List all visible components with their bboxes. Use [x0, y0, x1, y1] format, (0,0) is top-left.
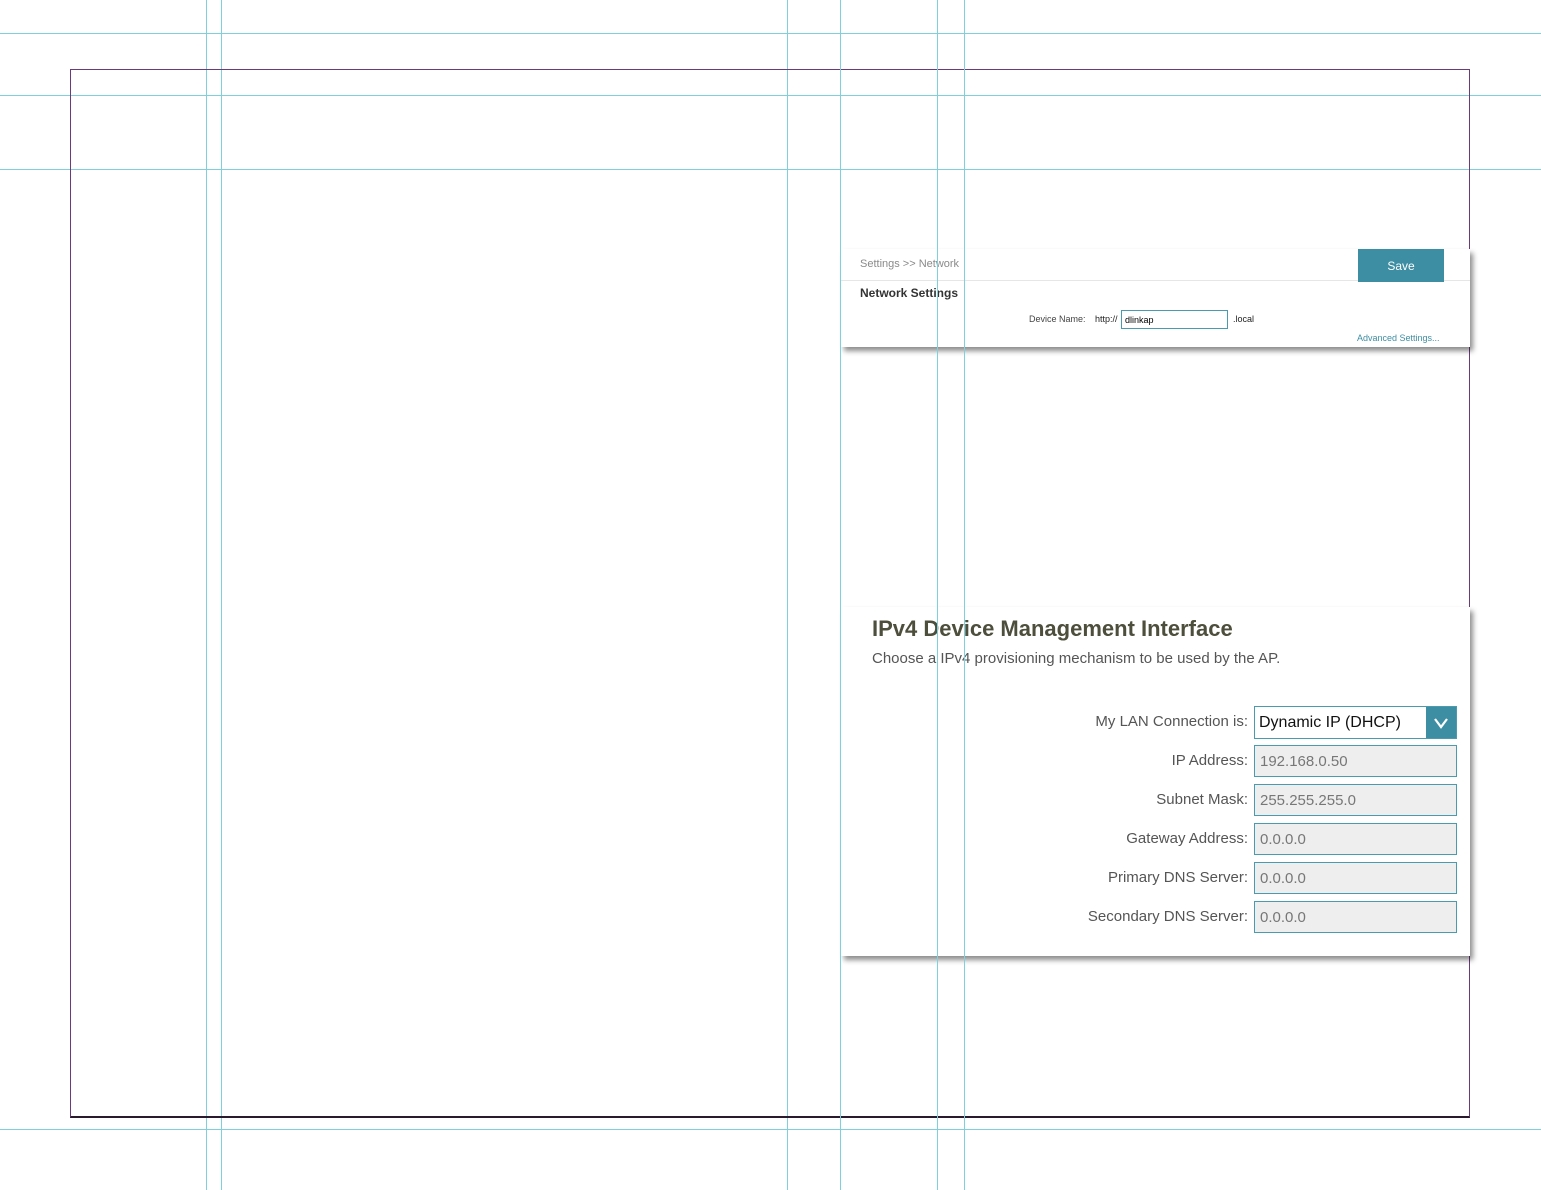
secondary-dns-label: Secondary DNS Server:	[1087, 908, 1248, 925]
primary-dns-field[interactable]: 0.0.0.0	[1254, 862, 1457, 894]
device-name-suffix: .local	[1233, 314, 1255, 324]
subnet-mask-label: Subnet Mask:	[1156, 791, 1248, 808]
ipv4-panel: IPv4 Device Management Interface Choose …	[841, 607, 1470, 956]
advanced-settings-link[interactable]: Advanced Settings...	[1357, 333, 1440, 343]
page-frame	[70, 69, 1470, 1118]
ipv4-title: IPv4 Device Management Interface	[872, 616, 1233, 641]
lan-connection-select[interactable]: Dynamic IP (DHCP)	[1254, 706, 1457, 739]
guide-line	[0, 33, 1541, 34]
chevron-down-icon[interactable]	[1426, 707, 1456, 738]
gateway-address-label: Gateway Address:	[1126, 830, 1248, 847]
guide-line	[937, 0, 938, 1190]
save-button[interactable]: Save	[1358, 249, 1444, 282]
ip-address-field[interactable]: 192.168.0.50	[1254, 745, 1457, 777]
device-name-label: Device Name:	[1029, 314, 1086, 324]
primary-dns-label: Primary DNS Server:	[1107, 869, 1248, 886]
ipv4-subtitle: Choose a IPv4 provisioning mechanism to …	[872, 650, 1281, 667]
lan-connection-label: My LAN Connection is:	[1095, 713, 1248, 730]
guide-line	[840, 0, 841, 1190]
subnet-mask-field[interactable]: 255.255.255.0	[1254, 784, 1457, 816]
lan-connection-value: Dynamic IP (DHCP)	[1259, 713, 1401, 731]
guide-line	[964, 0, 965, 1190]
device-name-prefix: http://	[1095, 314, 1118, 324]
ip-address-label: IP Address:	[1171, 752, 1248, 769]
network-settings-panel: Settings >> Network Save Network Setting…	[841, 249, 1470, 347]
secondary-dns-field[interactable]: 0.0.0.0	[1254, 901, 1457, 933]
section-title: Network Settings	[860, 286, 959, 300]
device-name-input[interactable]	[1121, 310, 1228, 329]
breadcrumb: Settings >> Network	[860, 258, 960, 270]
guide-line	[0, 1129, 1541, 1130]
gateway-address-field[interactable]: 0.0.0.0	[1254, 823, 1457, 855]
